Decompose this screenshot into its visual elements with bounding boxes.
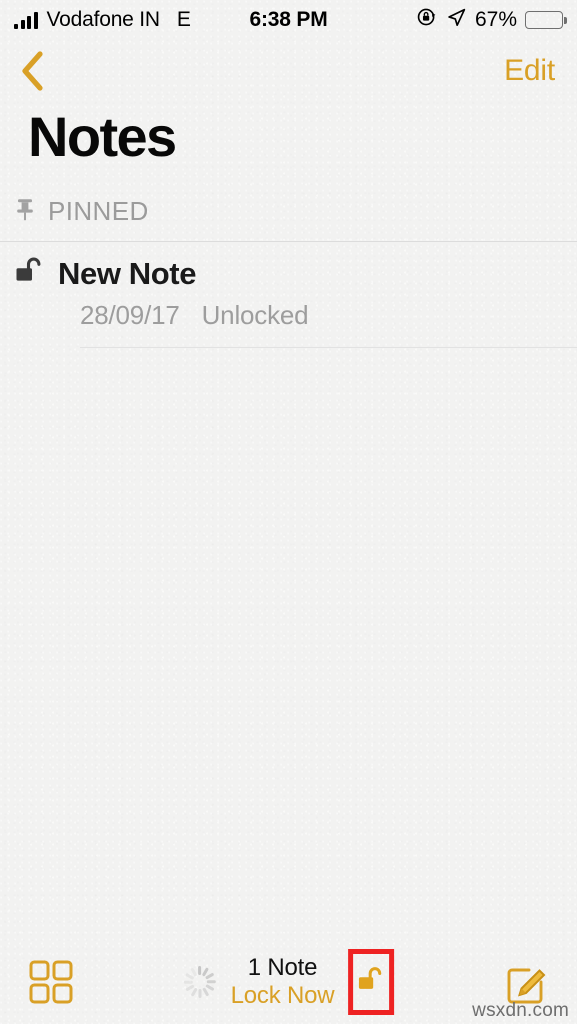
unlocked-padlock-icon xyxy=(14,256,46,291)
watermark: wsxdn.com xyxy=(472,1000,569,1021)
status-bar: Vodafone IN E 6:38 PM 67% xyxy=(0,0,577,40)
battery-percent-label: 67% xyxy=(474,8,517,31)
compose-note-button[interactable] xyxy=(503,958,551,1006)
unlock-toolbar-button[interactable] xyxy=(356,965,386,1000)
status-bar-right: 67% xyxy=(416,6,567,34)
section-label: PINNED xyxy=(48,195,149,226)
carrier-label: Vodafone IN xyxy=(46,8,161,31)
lock-now-button[interactable]: Lock Now xyxy=(231,982,335,1010)
title-area: Notes xyxy=(0,102,577,178)
annotation-highlight-box xyxy=(348,949,395,1015)
edit-button[interactable]: Edit xyxy=(504,54,555,88)
location-arrow-icon xyxy=(446,7,467,34)
network-type-label: E xyxy=(176,8,191,31)
activity-spinner-icon xyxy=(183,965,217,999)
signal-bars-icon xyxy=(14,11,38,29)
chevron-left-icon xyxy=(22,51,43,91)
note-meta: 28/09/17 Unlocked xyxy=(14,300,577,331)
battery-icon xyxy=(525,11,567,29)
grid-view-icon xyxy=(29,960,73,1004)
section-header-pinned: PINNED xyxy=(0,178,577,241)
note-count-label: 1 Note xyxy=(247,954,318,982)
notes-empty-area xyxy=(0,348,577,940)
note-title: New Note xyxy=(58,255,197,291)
page-title: Notes xyxy=(28,105,177,168)
grid-view-button[interactable] xyxy=(26,957,76,1007)
unlocked-padlock-icon xyxy=(359,966,382,989)
note-status: Unlocked xyxy=(201,299,309,330)
note-list-item[interactable]: New Note 28/09/17 Unlocked xyxy=(0,242,577,347)
bottom-toolbar: 1 Note Lock Now wsxdn.com xyxy=(0,940,577,1024)
rotation-lock-icon xyxy=(416,6,438,34)
note-title-line: New Note xyxy=(14,256,577,292)
notes-app-screen: Vodafone IN E 6:38 PM 67% Edit Notes PIN… xyxy=(0,0,577,1024)
note-date: 28/09/17 xyxy=(80,299,180,330)
pin-icon xyxy=(14,196,36,227)
toolbar-center-group: 1 Note Lock Now xyxy=(183,949,395,1015)
toolbar-status-stack: 1 Note Lock Now xyxy=(231,954,335,1009)
navigation-bar: Edit xyxy=(0,40,577,102)
back-button[interactable] xyxy=(18,51,52,91)
compose-note-icon xyxy=(507,968,546,1004)
status-bar-left: Vodafone IN E xyxy=(14,8,191,32)
